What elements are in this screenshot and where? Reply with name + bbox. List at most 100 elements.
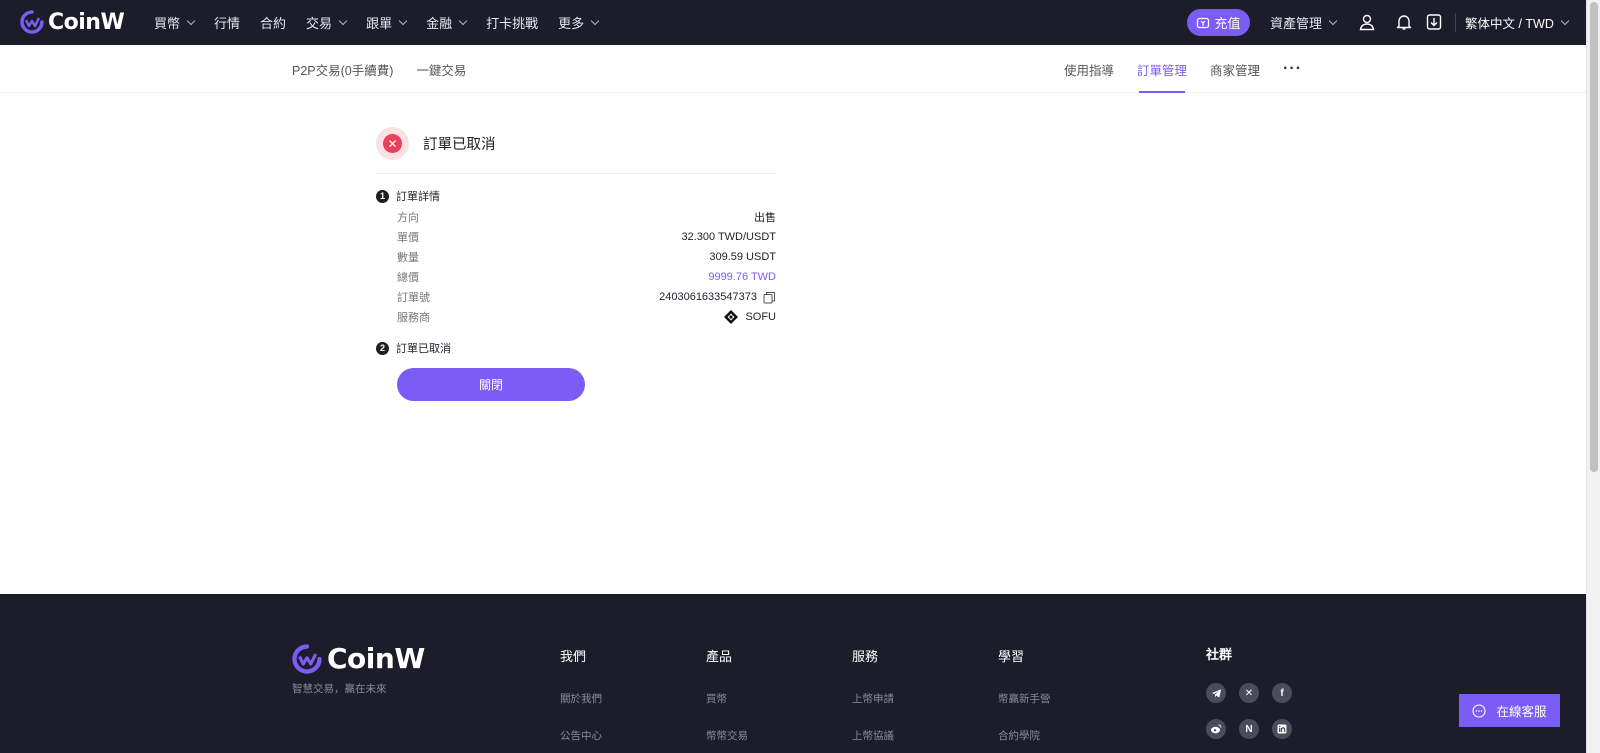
order-status-header: ✕ 訂單已取消 (376, 127, 496, 160)
detail-value-wrap: 2403061633547373 (659, 291, 776, 304)
scrollbar-thumb[interactable] (1590, 2, 1598, 472)
nav-label: 買幣 (154, 16, 181, 31)
detail-label: 數量 (397, 252, 419, 264)
tab-user-guide[interactable]: 使用指導 (1064, 45, 1114, 93)
coinw-logo-icon (292, 643, 322, 674)
page-scrollbar[interactable] (1586, 0, 1600, 753)
footer-logo[interactable]: CoinW (292, 642, 425, 675)
footer-link-about-us[interactable]: 關於我們 (560, 691, 602, 706)
nav-item-markets[interactable]: 行情 (214, 13, 240, 32)
logo-text: CoinW (48, 9, 125, 35)
naver-icon[interactable]: N (1239, 719, 1259, 739)
close-circle-icon: ✕ (383, 134, 402, 153)
chevron-down-icon (398, 16, 408, 25)
detail-value: 309.59 USDT (709, 251, 776, 263)
nav-label: 更多 (558, 16, 585, 31)
step-number: 2 (376, 341, 389, 355)
chevron-down-icon (1560, 16, 1570, 25)
bell-icon[interactable] (1395, 13, 1413, 31)
footer-link-spot-trading[interactable]: 幣幣交易 (706, 728, 748, 743)
detail-value-total: 9999.76 TWD (708, 271, 776, 283)
order-status-title: 訂單已取消 (423, 137, 496, 153)
footer-link-beginner-camp[interactable]: 幣贏新手營 (998, 691, 1051, 706)
copy-icon[interactable] (763, 291, 776, 304)
service-provider-value: SOFU (745, 311, 776, 323)
social-icons: ✕ f N (1206, 683, 1292, 739)
footer-link-buy-crypto[interactable]: 買幣 (706, 691, 748, 706)
tab-order-management[interactable]: 訂單管理 (1137, 45, 1187, 93)
nav-item-finance[interactable]: 金融 (426, 13, 468, 32)
weibo-icon[interactable] (1206, 719, 1226, 739)
detail-label: 訂單號 (397, 292, 430, 304)
footer-column-title: 產品 (706, 649, 733, 664)
detail-row-unit-price: 單價 32.300 TWD/USDT (397, 227, 776, 247)
sofu-logo-icon (724, 310, 739, 324)
footer: CoinW 智慧交易，贏在未來 我們 關於我們 公告中心 產品 買幣 幣幣交易 … (0, 594, 1586, 753)
detail-value-wrap: SOFU (723, 309, 776, 325)
nav-item-buy-crypto[interactable]: 買幣 (154, 13, 196, 32)
cancelled-icon: ✕ (376, 127, 409, 160)
footer-link-announcements[interactable]: 公告中心 (560, 728, 602, 743)
asset-management-menu[interactable]: 資產管理 (1270, 0, 1338, 45)
footer-column-title: 我們 (560, 649, 587, 664)
detail-row-order-number: 訂單號 2403061633547373 (397, 287, 776, 307)
online-support-label: 在線客服 (1496, 705, 1547, 719)
subnav-right: 使用指導 訂單管理 商家管理 ··· (1064, 45, 1325, 93)
step-order-details: 1 訂單詳情 (376, 188, 440, 204)
nav-item-more[interactable]: 更多 (558, 13, 600, 32)
detail-value: 出售 (754, 212, 776, 224)
coinw-logo[interactable]: CoinW (20, 9, 125, 35)
footer-slogan: 智慧交易，贏在未來 (292, 683, 387, 695)
chevron-down-icon (590, 16, 600, 25)
deposit-button[interactable]: 充值 (1187, 9, 1250, 36)
detail-value: 32.300 TWD/USDT (681, 231, 776, 243)
tab-one-click-trade[interactable]: 一鍵交易 (416, 60, 466, 79)
footer-column-about: 我們 關於我們 公告中心 (560, 646, 602, 753)
nav-label: 交易 (306, 16, 333, 31)
nav-item-trade[interactable]: 交易 (306, 13, 348, 32)
asset-management-label: 資產管理 (1270, 16, 1323, 31)
linkedin-icon[interactable] (1272, 719, 1292, 739)
chevron-down-icon (1328, 16, 1338, 25)
tab-merchant-management[interactable]: 商家管理 (1210, 45, 1260, 93)
footer-logo-text: CoinW (327, 642, 425, 675)
nav-item-futures[interactable]: 合約 (260, 13, 286, 32)
nav-item-checkin-challenge[interactable]: 打卡挑戰 (486, 13, 538, 32)
footer-link-futures-academy[interactable]: 合約學院 (998, 728, 1051, 743)
nav-item-copy-trading[interactable]: 跟單 (366, 13, 408, 32)
footer-column-services: 服務 上幣申請 上幣協議 (852, 646, 894, 753)
x-icon[interactable]: ✕ (1239, 683, 1259, 703)
download-icon[interactable] (1425, 13, 1443, 31)
p2p-subnav: P2P交易(0手續費) 一鍵交易 使用指導 訂單管理 商家管理 ··· (0, 45, 1586, 93)
step-title: 訂單已取消 (396, 343, 451, 355)
detail-label: 方向 (397, 212, 419, 224)
step-title: 訂單詳情 (396, 191, 440, 203)
nav-label: 合約 (260, 16, 287, 31)
language-currency-selector[interactable]: 繁体中文 / TWD (1465, 0, 1570, 45)
nav-label: 金融 (426, 16, 453, 31)
user-icon[interactable] (1358, 13, 1376, 31)
chevron-down-icon (186, 16, 196, 25)
nav-label: 打卡挑戰 (486, 16, 539, 31)
telegram-icon[interactable] (1206, 683, 1226, 703)
tab-p2p-trading[interactable]: P2P交易(0手續費) (292, 60, 393, 79)
nav-label: 跟單 (366, 16, 393, 31)
more-options-icon[interactable]: ··· (1283, 45, 1302, 93)
step-number: 1 (376, 189, 389, 203)
chevron-down-icon (458, 16, 468, 25)
step-order-cancelled: 2 訂單已取消 (376, 340, 451, 356)
main-nav: 買幣 行情 合約 交易 跟單 金融 打卡挑戰 更多 (154, 0, 618, 45)
language-label: 繁体中文 / TWD (1465, 17, 1554, 31)
footer-link-listing-agreement[interactable]: 上幣協議 (852, 728, 894, 743)
online-support-button[interactable]: 在線客服 (1459, 694, 1560, 727)
nav-label: 行情 (214, 16, 241, 31)
coinw-logo-icon (20, 10, 44, 34)
nav-divider (1455, 13, 1456, 32)
footer-column-title: 學習 (998, 649, 1025, 664)
footer-link-listing-application[interactable]: 上幣申請 (852, 691, 894, 706)
close-button[interactable]: 關閉 (397, 368, 585, 401)
facebook-icon[interactable]: f (1272, 683, 1292, 703)
divider (376, 173, 776, 174)
top-navbar: CoinW 買幣 行情 合約 交易 跟單 金融 打卡挑戰 更多 充值 資產管理 … (0, 0, 1586, 45)
detail-row-direction: 方向 出售 (397, 207, 776, 227)
